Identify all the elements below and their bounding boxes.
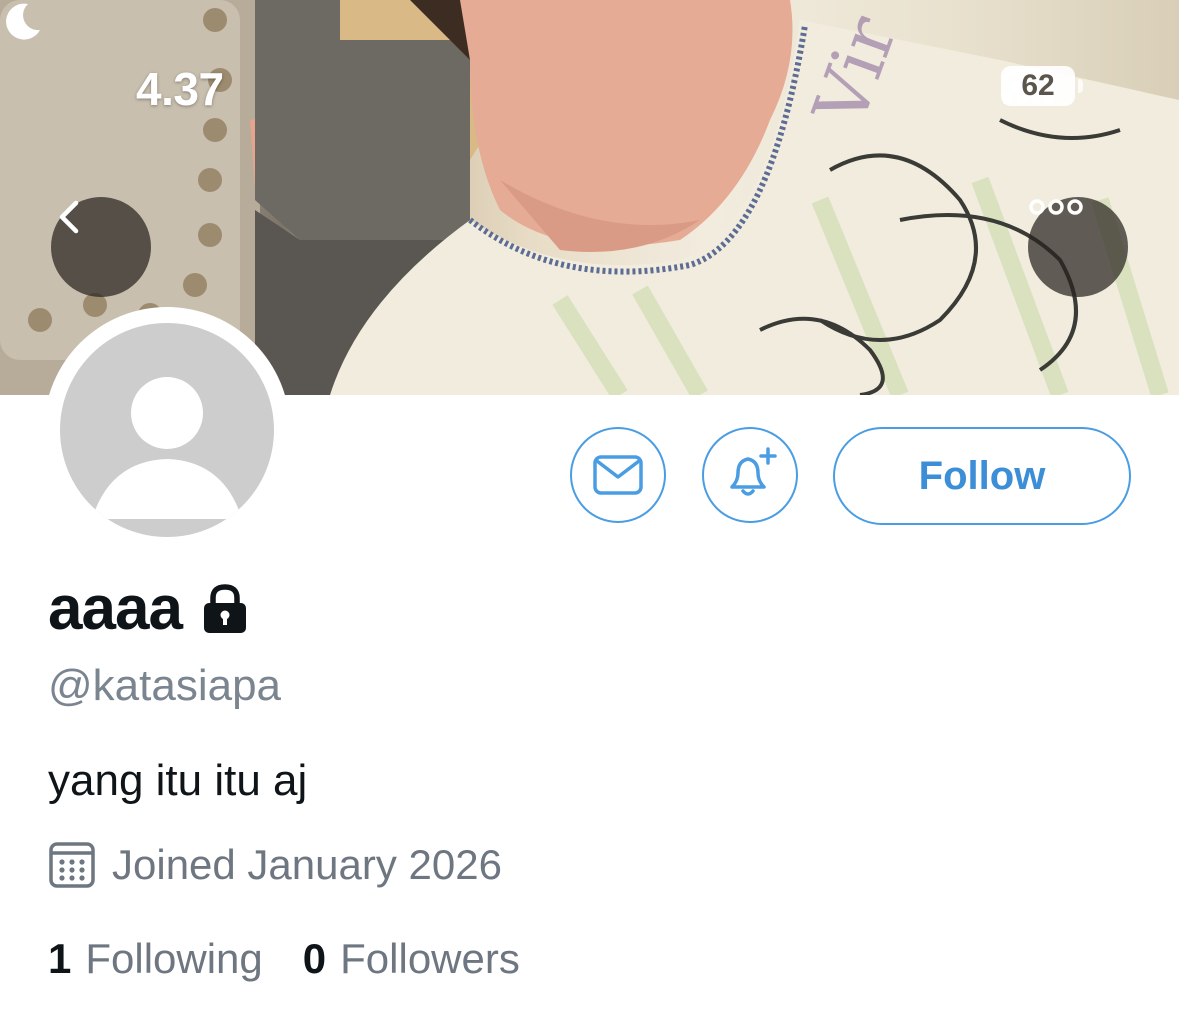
avatar: [60, 323, 274, 537]
name-row: aaaa: [48, 573, 250, 644]
joined-row: Joined January 2026: [48, 840, 502, 890]
message-button[interactable]: [570, 427, 666, 523]
follow-button[interactable]: Follow: [833, 427, 1131, 525]
lock-icon: [203, 583, 246, 633]
back-button[interactable]: [51, 197, 151, 297]
status-indicators: 62: [1001, 66, 1083, 106]
envelope-icon: [593, 455, 643, 495]
more-horizontal-icon: [1029, 199, 1083, 215]
more-options-button[interactable]: [1028, 197, 1128, 297]
status-time: 4.37: [136, 63, 224, 115]
avatar-container[interactable]: [44, 307, 290, 553]
moon-icon: [6, 3, 40, 40]
handle: @katasiapa: [48, 661, 282, 710]
battery-indicator: 62: [1001, 66, 1083, 106]
following-label: Following: [85, 935, 263, 982]
chevron-left-icon: [59, 200, 79, 234]
default-avatar-icon: [92, 377, 242, 519]
bell-plus-icon: [730, 447, 777, 496]
following-count: 1: [48, 935, 72, 982]
notifications-button[interactable]: [702, 427, 798, 523]
followers-stat[interactable]: 0 Followers: [303, 935, 520, 983]
bio: yang itu itu aj: [48, 756, 308, 805]
calendar-icon: [49, 842, 95, 888]
followers-count: 0: [302, 935, 327, 982]
joined-date: Joined January 2026: [112, 841, 502, 888]
follow-stats: 1 Following 0 Followers: [48, 935, 520, 983]
followers-label: Followers: [340, 935, 520, 982]
following-stat[interactable]: 1 Following: [48, 935, 263, 983]
display-name: aaaa: [48, 574, 183, 643]
